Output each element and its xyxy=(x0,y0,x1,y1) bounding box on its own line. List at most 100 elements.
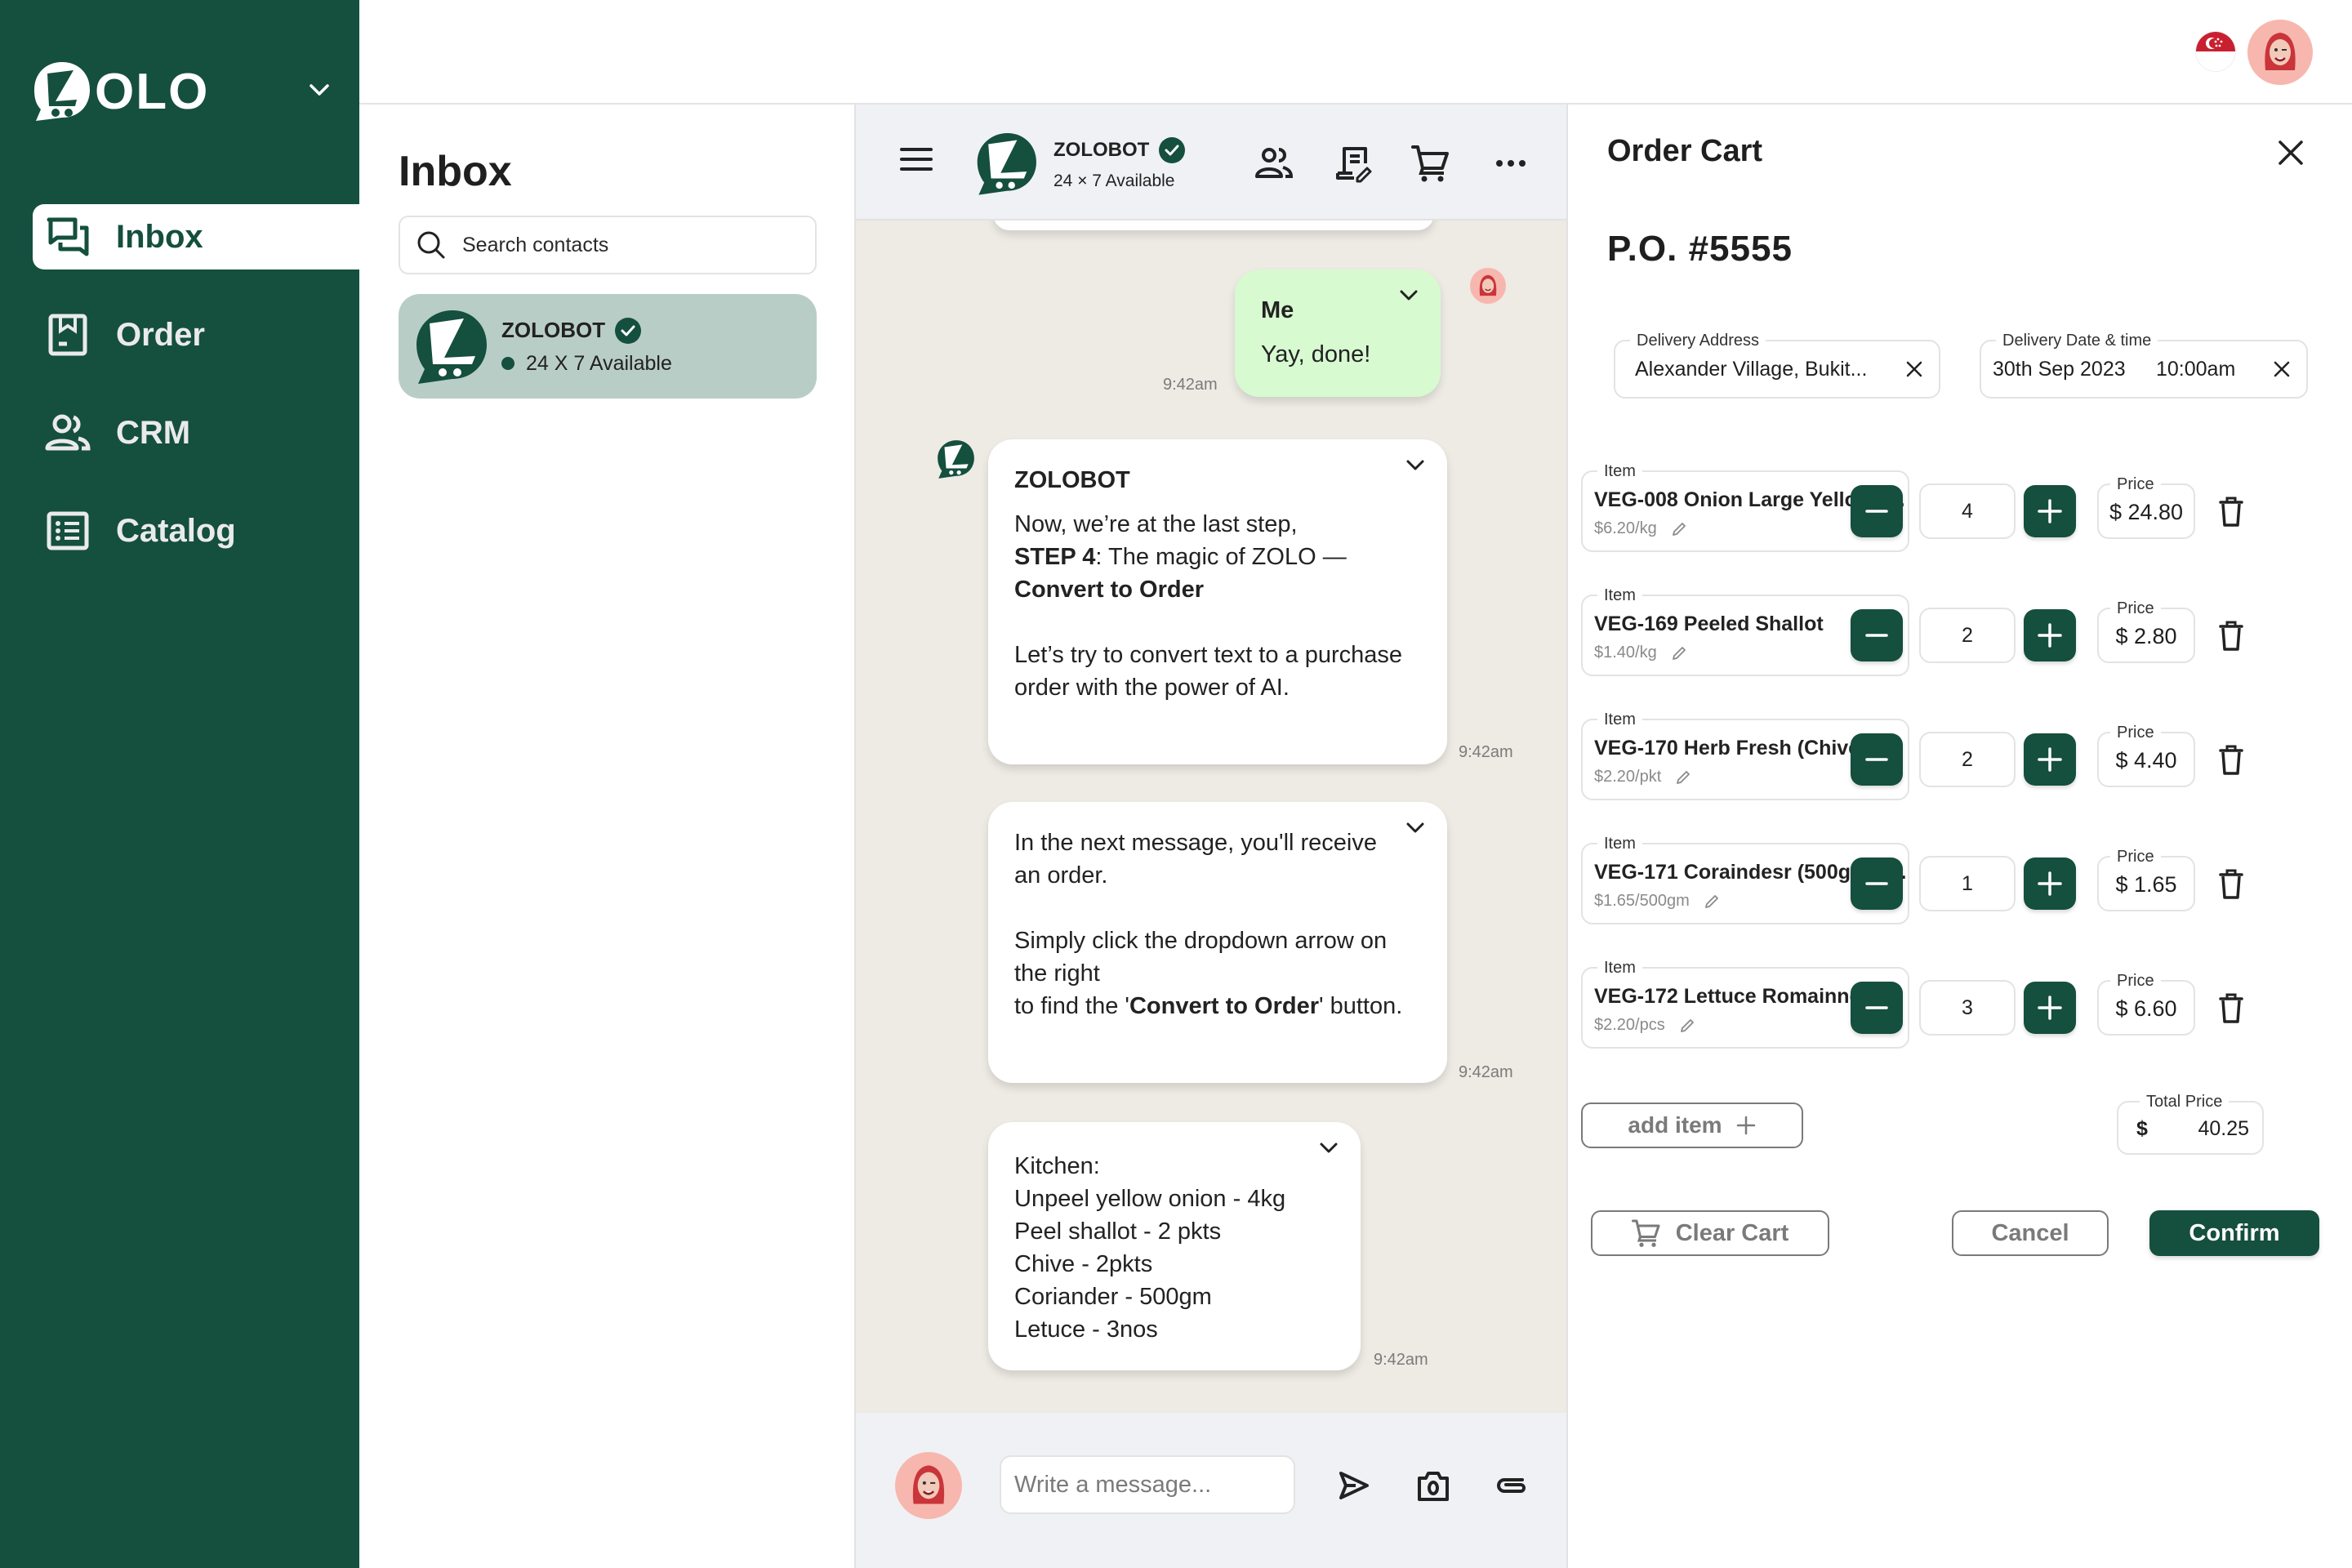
chevron-down-icon[interactable] xyxy=(307,80,332,100)
chevron-down-icon[interactable] xyxy=(1405,457,1426,474)
clear-datetime-icon[interactable] xyxy=(2272,359,2292,379)
message-time: 9:42am xyxy=(1163,376,1218,394)
menu-icon[interactable] xyxy=(900,145,933,173)
cart-item-row: Item VEG-169 Peeled Shallot $1.40/kg Pri… xyxy=(1581,586,2316,676)
clear-address-icon[interactable] xyxy=(1904,359,1924,379)
sidebar-item-label: Inbox xyxy=(116,218,203,255)
trash-icon[interactable] xyxy=(2216,867,2246,900)
chevron-down-icon[interactable] xyxy=(1318,1140,1339,1156)
field-label: Delivery Address xyxy=(1630,332,1766,350)
clear-cart-label: Clear Cart xyxy=(1675,1219,1789,1246)
item-price: $ 24.80 xyxy=(2109,500,2184,524)
contact-name-text: ZOLOBOT xyxy=(501,318,606,342)
text-line: Chive - 2pkts xyxy=(1014,1251,1153,1277)
contact-status-text: 24 X 7 Available xyxy=(526,351,672,375)
decrease-qty-button[interactable] xyxy=(1851,485,1903,537)
sidebar-item-catalog[interactable]: Catalog xyxy=(33,498,359,564)
verified-badge-icon xyxy=(1159,137,1186,163)
quantity-input[interactable] xyxy=(1919,856,2016,911)
decrease-qty-button[interactable] xyxy=(1851,858,1903,910)
text-line: Now, we’re at the last step, xyxy=(1014,511,1298,537)
user-avatar[interactable] xyxy=(2247,20,2313,85)
price-field: Price $ 1.65 xyxy=(2097,848,2195,911)
edit-pencil-icon[interactable] xyxy=(1678,1017,1696,1035)
price-field: Price $ 6.60 xyxy=(2097,972,2195,1036)
quantity-input[interactable] xyxy=(1919,483,2016,539)
contact-status: 24 X 7 Available xyxy=(501,352,672,376)
close-icon[interactable] xyxy=(2277,139,2305,167)
text-bold: STEP 4 xyxy=(1014,544,1096,570)
zolobot-avatar xyxy=(938,440,974,479)
message-text: Yay, done! xyxy=(1261,341,1371,368)
trash-icon[interactable] xyxy=(2216,991,2246,1024)
users-icon xyxy=(45,414,91,451)
text-line: Let’s try to convert text to a purchase … xyxy=(1014,642,1402,701)
delivery-address-field[interactable]: Delivery Address Alexander Village, Buki… xyxy=(1614,332,1940,399)
brand[interactable]: OLO xyxy=(31,59,209,124)
contacts-icon[interactable] xyxy=(1254,144,1294,183)
quantity-input[interactable] xyxy=(1919,732,2016,787)
increase-qty-button[interactable] xyxy=(2024,485,2076,537)
top-bar xyxy=(359,0,2352,105)
search-contacts-input[interactable] xyxy=(462,233,805,257)
delivery-time-value: 10:00am xyxy=(2156,358,2236,381)
increase-qty-button[interactable] xyxy=(2024,982,2076,1034)
edit-pencil-icon[interactable] xyxy=(1674,768,1692,786)
more-icon[interactable] xyxy=(1491,144,1530,183)
decrease-qty-button[interactable] xyxy=(1851,609,1903,662)
message-time: 9:42am xyxy=(1459,1063,1513,1081)
cart-icon xyxy=(1631,1219,1660,1247)
sidebar-item-label: Order xyxy=(116,316,205,353)
camera-icon[interactable] xyxy=(1416,1468,1450,1503)
field-label: Item xyxy=(1597,586,1642,604)
contact-list-item[interactable]: ZOLOBOT 24 X 7 Available xyxy=(399,294,817,399)
singapore-flag-icon[interactable] xyxy=(2195,31,2236,72)
confirm-button[interactable]: Confirm xyxy=(2149,1210,2319,1256)
po-number: P.O. #5555 xyxy=(1607,229,1793,269)
trash-icon[interactable] xyxy=(2216,619,2246,652)
online-dot-icon xyxy=(501,357,514,370)
increase-qty-button[interactable] xyxy=(2024,733,2076,786)
edit-pencil-icon[interactable] xyxy=(1670,520,1688,538)
cart-item-row: Item VEG-172 Lettuce Romainne $2.20/pcs … xyxy=(1581,959,2316,1049)
increase-qty-button[interactable] xyxy=(2024,858,2076,910)
increase-qty-button[interactable] xyxy=(2024,609,2076,662)
quantity-input[interactable] xyxy=(1919,980,2016,1036)
clear-cart-button[interactable]: Clear Cart xyxy=(1591,1210,1829,1256)
send-icon[interactable] xyxy=(1336,1468,1370,1503)
sidebar: OLO Inbox Order CRM Catalog xyxy=(0,0,359,1568)
create-order-icon[interactable] xyxy=(1334,144,1374,183)
chat-contact-name: ZOLOBOT xyxy=(1054,137,1186,163)
add-item-button[interactable]: add item xyxy=(1581,1102,1803,1148)
chevron-down-icon[interactable] xyxy=(1405,820,1426,836)
trash-icon[interactable] xyxy=(2216,743,2246,776)
cancel-button[interactable]: Cancel xyxy=(1952,1210,2109,1256)
contact-info: ZOLOBOT 24 X 7 Available xyxy=(501,317,672,376)
field-label: Total Price xyxy=(2140,1093,2230,1111)
decrease-qty-button[interactable] xyxy=(1851,982,1903,1034)
attach-icon[interactable] xyxy=(1494,1468,1529,1503)
user-avatar xyxy=(1470,268,1506,304)
message-bubble-bot: Kitchen: Unpeel yellow onion - 4kg Peel … xyxy=(988,1122,1361,1370)
user-avatar xyxy=(895,1452,962,1519)
sidebar-item-order[interactable]: Order xyxy=(33,302,359,368)
total-currency: $ xyxy=(2136,1117,2148,1140)
quantity-input[interactable] xyxy=(1919,608,2016,663)
item-unit-price-text: $2.20/pcs xyxy=(1594,1016,1665,1034)
edit-pencil-icon[interactable] xyxy=(1670,644,1688,662)
text-bold: Convert to Order xyxy=(1129,993,1319,1019)
decrease-qty-button[interactable] xyxy=(1851,733,1903,786)
sidebar-item-inbox[interactable]: Inbox xyxy=(33,204,359,270)
edit-pencil-icon[interactable] xyxy=(1703,893,1721,911)
trash-icon[interactable] xyxy=(2216,495,2246,528)
message-input[interactable] xyxy=(1000,1455,1295,1514)
chevron-down-icon[interactable] xyxy=(1398,287,1419,304)
inbox-panel: Inbox ZOLOBOT 24 X 7 Available xyxy=(359,105,854,1568)
delivery-datetime-field[interactable]: Delivery Date & time 30th Sep 2023 10:00… xyxy=(1980,332,2308,399)
chat-contact-status: 24 × 7 Available xyxy=(1054,172,1175,190)
zolobot-avatar xyxy=(977,133,1036,195)
text-line: Letuce - 3nos xyxy=(1014,1316,1158,1343)
sidebar-item-crm[interactable]: CRM xyxy=(33,400,359,466)
cart-icon[interactable] xyxy=(1411,144,1450,183)
message-text: Kitchen: Unpeel yellow onion - 4kg Peel … xyxy=(1014,1147,1334,1346)
